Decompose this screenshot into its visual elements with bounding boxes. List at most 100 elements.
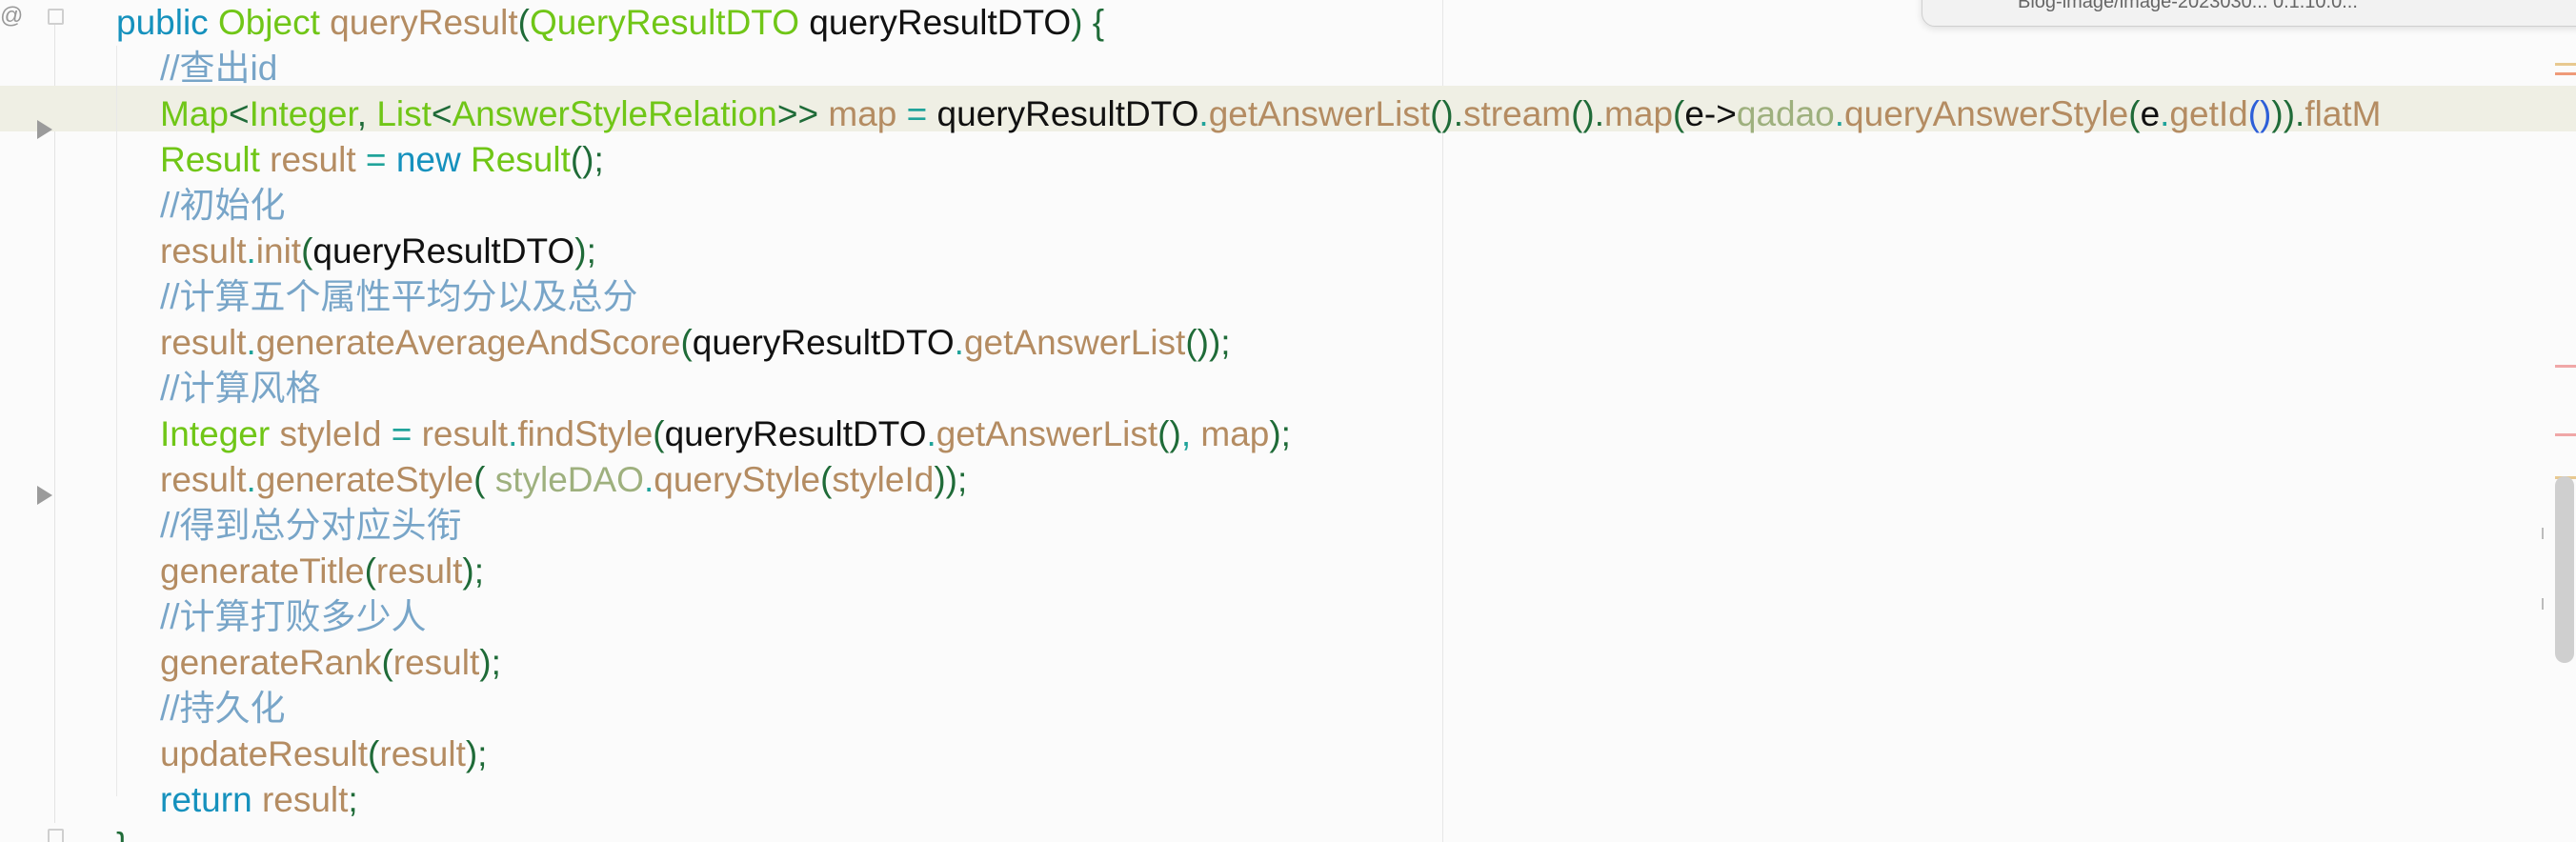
- code-token: >>: [776, 94, 829, 133]
- code-token: (: [301, 231, 313, 271]
- code-token: Integer: [160, 414, 280, 453]
- code-token: queryStyle: [654, 460, 821, 499]
- code-token: new: [395, 140, 471, 179]
- code-token: generateTitle: [160, 551, 365, 591]
- code-line[interactable]: result.init(queryResultDTO);: [160, 229, 596, 274]
- code-line[interactable]: }: [116, 823, 128, 842]
- code-token: ) {: [1071, 3, 1105, 42]
- code-token: generateRank: [160, 643, 382, 682]
- code-token: .: [926, 414, 936, 453]
- code-token: (: [473, 460, 495, 499]
- code-line[interactable]: //计算五个属性平均分以及总分: [160, 274, 638, 320]
- code-token: AnswerStyleRelation: [452, 94, 777, 133]
- code-token: //计算风格: [160, 369, 321, 408]
- code-token: queryResultDTO: [692, 323, 955, 362]
- code-line[interactable]: generateRank(result);: [160, 640, 501, 686]
- code-token: QueryResultDTO: [529, 3, 810, 42]
- code-token: (: [381, 643, 393, 682]
- code-token: styleId: [832, 460, 935, 499]
- code-token: result: [261, 780, 349, 819]
- code-token: ();: [570, 140, 604, 179]
- code-token: public: [116, 3, 218, 42]
- code-token: =: [365, 140, 396, 179]
- code-token: (: [1673, 94, 1685, 133]
- code-token: init: [255, 231, 302, 271]
- code-line[interactable]: Map<Integer, List<AnswerStyleRelation>> …: [160, 91, 2382, 137]
- code-token: result: [421, 414, 509, 453]
- code-token: }: [116, 826, 128, 842]
- code-token: //持久化: [160, 689, 286, 728]
- code-token: ().: [1571, 94, 1605, 133]
- vertical-scrollbar-thumb[interactable]: [2555, 476, 2574, 663]
- code-token: );: [574, 231, 596, 271]
- code-token: (: [2128, 94, 2141, 133]
- code-line[interactable]: //计算打败多少人: [160, 594, 427, 640]
- warning-marker[interactable]: [2555, 63, 2576, 66]
- error-stripe[interactable]: [2536, 0, 2576, 842]
- code-line[interactable]: generateTitle(result);: [160, 549, 484, 594]
- code-token: result: [392, 643, 480, 682]
- code-area[interactable]: public Object queryResult(QueryResultDTO…: [0, 0, 2576, 842]
- code-line[interactable]: return result;: [160, 777, 358, 823]
- code-token: styleDAO: [494, 460, 644, 499]
- code-token: .: [246, 460, 256, 499]
- code-token: .: [246, 323, 256, 362]
- code-token: =: [906, 94, 937, 133]
- code-line[interactable]: //得到总分对应头衔: [160, 503, 462, 549]
- warning-marker[interactable]: [2555, 72, 2576, 75]
- code-line[interactable]: result.generateAverageAndScore(queryResu…: [160, 320, 1231, 366]
- code-token: e->: [1684, 94, 1737, 133]
- error-marker[interactable]: [2555, 433, 2576, 436]
- code-token: generateAverageAndScore: [255, 323, 681, 362]
- code-line[interactable]: //初始化: [160, 183, 286, 229]
- code-token: ));: [934, 460, 968, 499]
- code-token: map: [828, 94, 907, 133]
- error-marker[interactable]: [2555, 365, 2576, 368]
- code-token: );: [479, 643, 501, 682]
- code-token: Map: [160, 94, 229, 133]
- code-token: getAnswerList: [1208, 94, 1431, 133]
- code-token: Integer: [249, 94, 357, 133]
- code-token: generateStyle: [255, 460, 474, 499]
- code-token: .: [1198, 94, 1209, 133]
- code-token: );: [465, 734, 488, 773]
- code-token: flatM: [2304, 94, 2382, 133]
- code-token: qadao: [1736, 94, 1835, 133]
- code-token: List: [376, 94, 432, 133]
- code-editor[interactable]: @ public Object queryResult(QueryResultD…: [0, 0, 2576, 842]
- code-token: queryResultDTO: [936, 94, 1199, 133]
- code-token: queryResultDTO: [664, 414, 927, 453]
- code-token: Object: [217, 3, 331, 42]
- code-line[interactable]: Result result = new Result();: [160, 137, 604, 183]
- code-token: Result: [470, 140, 571, 179]
- code-token: getAnswerList: [963, 323, 1186, 362]
- code-token: //计算打败多少人: [160, 597, 427, 636]
- code-line[interactable]: Integer styleId = result.findStyle(query…: [160, 411, 1291, 457]
- code-token: .: [1834, 94, 1845, 133]
- code-line[interactable]: //计算风格: [160, 366, 321, 411]
- code-token: <: [228, 94, 250, 133]
- code-token: .: [2160, 94, 2170, 133]
- code-token: getAnswerList: [936, 414, 1158, 453]
- scroll-tick: [2542, 528, 2544, 539]
- code-token: //初始化: [160, 186, 286, 225]
- code-line[interactable]: //持久化: [160, 686, 286, 732]
- code-token: )).: [2271, 94, 2305, 133]
- code-token: );: [462, 551, 485, 591]
- code-token: styleId: [279, 414, 392, 453]
- code-token: result: [270, 140, 366, 179]
- code-token: <: [431, 94, 453, 133]
- code-token: Result: [160, 140, 271, 179]
- scroll-tick: [2542, 598, 2544, 610]
- code-token: (: [364, 551, 376, 591]
- code-token: ,: [356, 94, 377, 133]
- code-token: result: [160, 323, 247, 362]
- code-token: queryResultDTO: [809, 3, 1072, 42]
- code-token: updateResult: [160, 734, 369, 773]
- code-line[interactable]: updateResult(result);: [160, 732, 487, 777]
- code-token: findStyle: [517, 414, 654, 453]
- code-line[interactable]: result.generateStyle( styleDAO.queryStyl…: [160, 457, 967, 503]
- code-line[interactable]: //查出id: [160, 46, 277, 91]
- code-token: getId: [2169, 94, 2248, 133]
- code-line[interactable]: public Object queryResult(QueryResultDTO…: [116, 0, 1104, 46]
